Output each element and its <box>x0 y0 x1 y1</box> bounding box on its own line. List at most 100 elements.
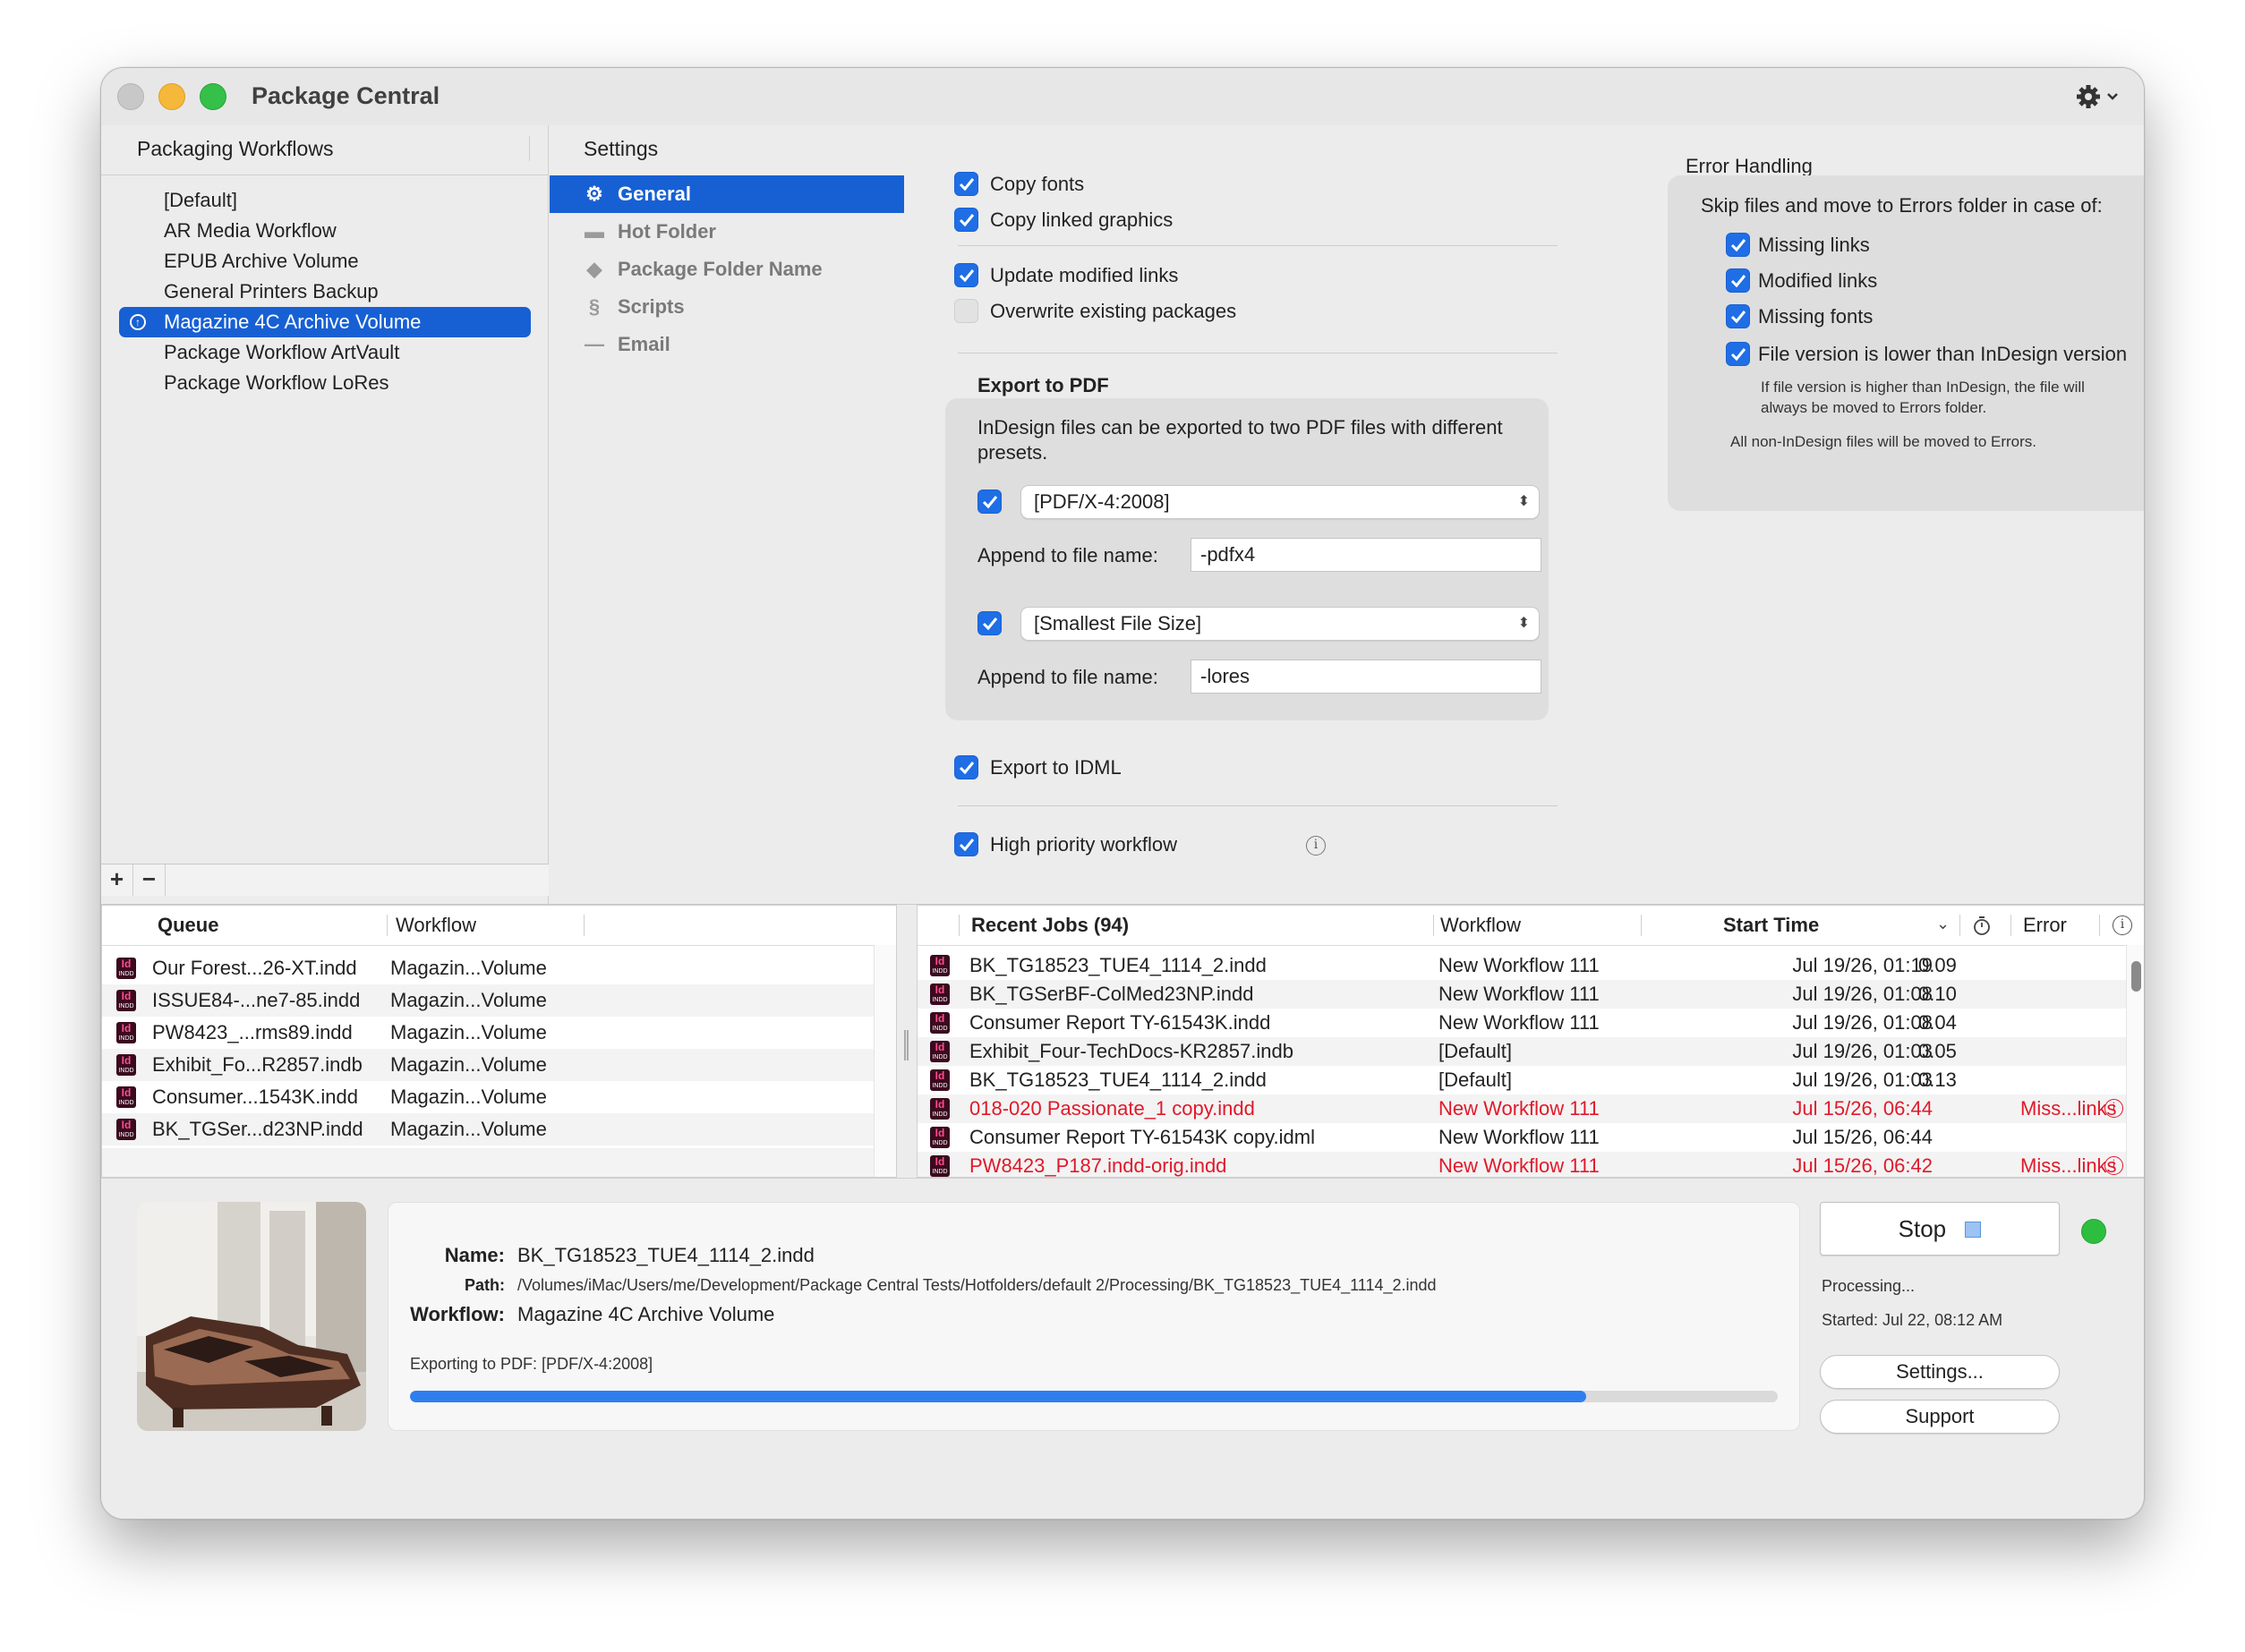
export-idml-checkbox[interactable] <box>954 755 978 779</box>
recent-workflow: New Workflow 111 <box>1438 1154 1600 1177</box>
append2-field[interactable]: -lores <box>1191 660 1541 694</box>
copy-linked-label: Copy linked graphics <box>990 209 1174 231</box>
updown-icon: ⬍ <box>1517 616 1530 631</box>
copy-fonts-label: Copy fonts <box>990 173 1085 195</box>
copy-fonts-checkbox[interactable] <box>954 172 978 196</box>
workflow-item[interactable]: Package Workflow ArtVault <box>119 337 531 368</box>
recent-file: BK_TG18523_TUE4_1114_2.indd <box>969 1069 1267 1091</box>
copy-linked-checkbox[interactable] <box>954 208 978 232</box>
missing-fonts-checkbox[interactable] <box>1726 304 1750 328</box>
indesign-file-icon: Id INDD <box>116 958 136 979</box>
queue-workflow-col-header[interactable]: Workflow <box>396 906 476 945</box>
info-icon[interactable]: i <box>1306 836 1326 856</box>
settings-nav-label: General <box>618 183 691 205</box>
settings-button[interactable]: Settings... <box>1820 1355 2060 1389</box>
missing-links-checkbox[interactable] <box>1726 233 1750 257</box>
recent-job-row[interactable]: Id INDD Consumer Report TY-61543K copy.idm… <box>918 1123 2126 1152</box>
workflow-item[interactable]: AR Media Workflow <box>119 216 531 246</box>
zoom-button[interactable] <box>200 83 226 110</box>
append1-label: Append to file name: <box>977 544 1158 566</box>
info-col-icon[interactable]: i <box>2113 915 2132 935</box>
queue-row[interactable]: Id INDD Our Forest...26-XT.indd Magazin...V… <box>102 952 874 984</box>
close-button[interactable] <box>117 83 144 110</box>
recent-workflow: New Workflow 111 <box>1438 1126 1600 1148</box>
split-handle[interactable] <box>897 905 917 1178</box>
recent-start: Jul 15/26, 06:42 <box>1792 1154 1933 1177</box>
status-indicator <box>2081 1219 2106 1244</box>
dash-icon: — <box>585 333 604 355</box>
recent-file: Consumer Report TY-61543K copy.idml <box>969 1126 1316 1148</box>
workflow-item[interactable]: General Printers Backup <box>119 277 531 307</box>
error-info-icon[interactable]: i <box>2104 1099 2123 1118</box>
recent-start: Jul 15/26, 06:44 <box>1792 1126 1933 1148</box>
export-pdf-desc: InDesign files can be exported to two PD… <box>977 416 1503 464</box>
recent-job-row[interactable]: Id INDD Exhibit_Four-TechDocs-KR2857.indb [… <box>918 1037 2126 1066</box>
stop-icon <box>1965 1222 1982 1238</box>
settings-nav-scripts[interactable]: § Scripts <box>550 288 904 326</box>
updown-icon: ⬍ <box>1517 494 1530 509</box>
support-button[interactable]: Support <box>1820 1400 2060 1434</box>
stop-label: Stop <box>1898 1215 1947 1242</box>
update-links-checkbox[interactable] <box>954 263 978 287</box>
non-indesign-note: All non-InDesign files will be moved to … <box>1730 433 2037 450</box>
recent-job-row[interactable]: Id INDD BK_TG18523_TUE4_1114_2.indd New Wor… <box>918 951 2126 980</box>
recent-file: Consumer Report TY-61543K.indd <box>969 1011 1271 1034</box>
queue-row[interactable]: Id INDD PW8423_...rms89.indd Magazin...Volu… <box>102 1017 874 1049</box>
queue-row[interactable]: Id INDD Consumer...1543K.indd Magazin...Vol… <box>102 1081 874 1113</box>
job-workflow: Magazine 4C Archive Volume <box>517 1303 775 1325</box>
modified-links-label: Modified links <box>1758 269 1878 292</box>
recent-job-row[interactable]: Id INDD Consumer Report TY-61543K.indd New … <box>918 1009 2126 1037</box>
workflow-item[interactable]: EPUB Archive Volume <box>119 246 531 277</box>
overwrite-checkbox[interactable] <box>954 299 978 323</box>
queue-row[interactable]: Id INDD ISSUE84-...ne7-85.indd Magazin...Vo… <box>102 984 874 1017</box>
pdf-preset1-select[interactable]: [PDF/X-4:2008] ⬍ <box>1020 485 1540 519</box>
queue-row[interactable]: Id INDD BK_TGSer...d23NP.indd Magazin...Vol… <box>102 1113 874 1145</box>
indesign-file-icon: Id INDD <box>116 990 136 1011</box>
queue-workflow: Magazin...Volume <box>390 1118 547 1140</box>
recent-jobs-col-header[interactable]: Recent Jobs (94) <box>971 906 1129 945</box>
modified-links-checkbox[interactable] <box>1726 268 1750 293</box>
recent-error: Miss...links <box>2020 1154 2117 1177</box>
file-version-checkbox[interactable] <box>1726 342 1750 366</box>
settings-nav-general[interactable]: ⚙ General <box>550 175 904 213</box>
add-workflow-button[interactable]: + <box>101 864 133 896</box>
error-info-icon[interactable]: i <box>2104 1156 2123 1175</box>
recent-job-row[interactable]: Id INDD BK_TGSerBF-ColMed23NP.indd New Work… <box>918 980 2126 1009</box>
tag-icon: ◆ <box>586 258 602 280</box>
workflow-item[interactable]: Package Workflow LoRes <box>119 368 531 398</box>
recent-workflow-col-header[interactable]: Workflow <box>1440 906 1521 945</box>
remove-workflow-button[interactable]: − <box>133 864 166 896</box>
recent-scrollbar[interactable] <box>2126 945 2144 1177</box>
pdf-preset1-checkbox[interactable] <box>977 490 1002 514</box>
sort-chevron-icon[interactable]: ⌄ <box>1936 915 1950 933</box>
settings-nav-email[interactable]: — Email <box>550 326 904 363</box>
recent-job-row[interactable]: Id INDD BK_TG18523_TUE4_1114_2.indd [Defaul… <box>918 1066 2126 1094</box>
recent-jobs-rows: Id INDD BK_TG18523_TUE4_1114_2.indd New Wor… <box>918 951 2126 1177</box>
queue-file: Our Forest...26-XT.indd <box>152 957 357 979</box>
stopwatch-icon[interactable] <box>1972 915 1992 941</box>
recent-job-row[interactable]: Id INDD 018-020 Passionate_1 copy.indd New … <box>918 1094 2126 1123</box>
workflow-item-label: Package Workflow LoRes <box>164 371 389 394</box>
queue-row[interactable]: Id INDD Exhibit_Fo...R2857.indb Magazin...V… <box>102 1049 874 1081</box>
workflow-item[interactable]: [Default] <box>119 185 531 216</box>
recent-file: PW8423_P187.indd-orig.indd <box>969 1154 1227 1177</box>
recent-job-row[interactable]: Id INDD PW8423_P187.indd-orig.indd New Work… <box>918 1152 2126 1177</box>
queue-col-header[interactable]: Queue <box>158 906 218 945</box>
script-icon: § <box>588 295 601 318</box>
stop-button[interactable]: Stop <box>1820 1202 2060 1256</box>
gear-menu-button[interactable] <box>2072 79 2126 115</box>
start-time-col-header[interactable]: Start Time <box>1723 906 1819 945</box>
recent-workflow: New Workflow 111 <box>1438 983 1600 1005</box>
queue-scrollbar[interactable] <box>874 945 896 1177</box>
settings-nav-hot-folder[interactable]: ▬ Hot Folder <box>550 213 904 251</box>
minimize-button[interactable] <box>158 83 185 110</box>
workflow-item[interactable]: ↑ Magazine 4C Archive Volume <box>119 307 531 337</box>
error-col-header[interactable]: Error <box>2023 906 2067 945</box>
pdf-preset2-checkbox[interactable] <box>977 611 1002 635</box>
high-priority-checkbox[interactable] <box>954 832 978 856</box>
queue-workflow: Magazin...Volume <box>390 1021 547 1043</box>
append1-field[interactable]: -pdfx4 <box>1191 538 1541 572</box>
pdf-preset2-select[interactable]: [Smallest File Size] ⬍ <box>1020 607 1540 641</box>
recent-start: Jul 15/26, 06:44 <box>1792 1097 1933 1120</box>
settings-nav-package-folder-name[interactable]: ◆ Package Folder Name <box>550 251 904 288</box>
